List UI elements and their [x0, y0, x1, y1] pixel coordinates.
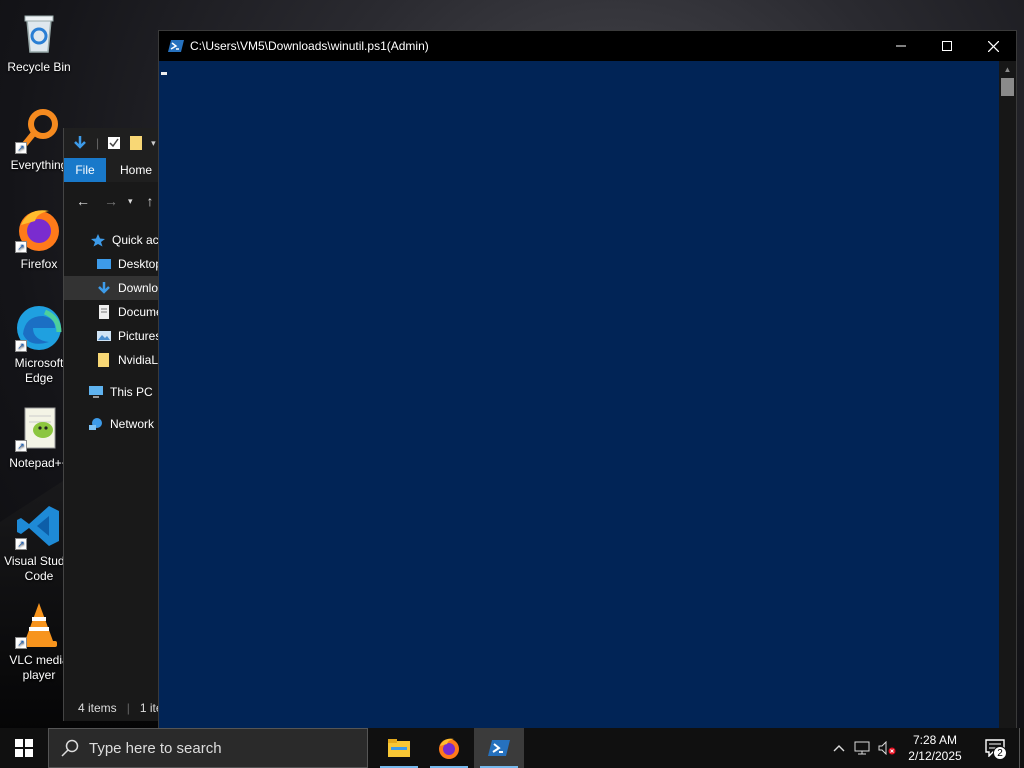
search-icon: [61, 739, 79, 757]
tab-home[interactable]: Home: [106, 158, 152, 182]
new-folder-icon[interactable]: [129, 135, 143, 151]
back-arrow-icon[interactable]: ←: [76, 193, 90, 209]
nav-item-nvidialogs[interactable]: NvidiaLogs: [64, 348, 173, 372]
up-arrow-icon[interactable]: ↑: [147, 193, 154, 209]
item-count: 4 items: [78, 701, 117, 715]
ribbon-tabs: File Home: [64, 158, 173, 182]
firefox-icon: [439, 738, 459, 759]
powershell-icon: [488, 740, 510, 756]
taskbar-app-powershell[interactable]: [474, 728, 524, 768]
nav-item-documents[interactable]: Documents: [64, 300, 173, 324]
shortcut-arrow-icon: ↗: [15, 241, 27, 253]
powershell-icon: [168, 40, 184, 52]
nav-item-pictures[interactable]: Pictures: [64, 324, 173, 348]
clock-time: 7:28 AM: [912, 733, 958, 747]
network-icon: [89, 418, 102, 430]
console-area[interactable]: [159, 61, 1000, 728]
status-bar: 4 items | 1 item selected: [64, 695, 173, 721]
minimize-icon: [896, 45, 906, 47]
downloads-folder-icon: [98, 282, 110, 294]
desktop-folder-icon: [97, 259, 111, 269]
clock[interactable]: 7:28 AM 2/12/2025: [899, 732, 971, 764]
shortcut-arrow-icon: ↗: [15, 538, 27, 550]
scroll-up-arrow-icon[interactable]: ▲: [999, 61, 1016, 78]
minimize-button[interactable]: [878, 31, 924, 61]
nav-item-label: Pictures: [118, 329, 162, 343]
show-hidden-icons-chevron-icon[interactable]: [827, 728, 851, 768]
properties-icon[interactable]: [107, 136, 121, 150]
star-icon: [91, 234, 105, 247]
nav-item-network[interactable]: Network: [64, 412, 173, 436]
title-bar[interactable]: C:\Users\VM5\Downloads\winutil.ps1(Admin…: [159, 31, 1016, 61]
nav-item-label: This PC: [110, 385, 153, 399]
system-tray: 7:28 AM 2/12/2025 2: [827, 728, 1024, 768]
taskbar-app-file-explorer[interactable]: [374, 728, 424, 768]
start-button[interactable]: [0, 728, 48, 768]
pictures-folder-icon: [97, 331, 111, 341]
notification-badge: 2: [993, 746, 1007, 760]
tab-file[interactable]: File: [64, 158, 106, 182]
computer-icon: [89, 386, 103, 398]
shortcut-arrow-icon: ↗: [15, 340, 27, 352]
close-icon: [987, 40, 999, 52]
taskbar: Type here to search 7:28 AM 2/12/2025 2: [0, 728, 1024, 768]
recent-locations-chevron-icon[interactable]: ▾: [128, 196, 133, 207]
action-center-button[interactable]: 2: [971, 728, 1019, 768]
shortcut-arrow-icon: ↗: [15, 142, 27, 154]
text-cursor: [161, 72, 167, 75]
shortcut-arrow-icon: ↗: [15, 637, 27, 649]
windows-logo-icon: [15, 739, 33, 757]
scrollbar-thumb[interactable]: [1001, 78, 1014, 96]
taskbar-app-firefox[interactable]: [424, 728, 474, 768]
window-title: C:\Users\VM5\Downloads\winutil.ps1(Admin…: [190, 39, 429, 53]
status-divider: |: [126, 701, 130, 715]
folder-icon: [98, 353, 109, 367]
notepadpp-icon: ↗: [15, 404, 63, 452]
close-button[interactable]: [970, 31, 1016, 61]
shortcut-arrow-icon: ↗: [15, 440, 27, 452]
navigation-pane: Quick access Desktop Downloads Documents…: [64, 220, 173, 436]
nav-item-desktop[interactable]: Desktop: [64, 252, 173, 276]
maximize-button[interactable]: [924, 31, 970, 61]
forward-arrow-icon[interactable]: →: [104, 193, 118, 209]
edge-icon: ↗: [15, 304, 63, 352]
firefox-icon: ↗: [15, 205, 63, 253]
nav-item-quick-access[interactable]: Quick access: [64, 228, 173, 252]
powershell-window[interactable]: C:\Users\VM5\Downloads\winutil.ps1(Admin…: [158, 30, 1017, 728]
nav-item-this-pc[interactable]: This PC: [64, 380, 173, 404]
desktop-icon-label: Recycle Bin: [7, 60, 71, 74]
network-status-icon[interactable]: [851, 728, 875, 768]
volume-muted-icon[interactable]: [875, 728, 899, 768]
search-box[interactable]: Type here to search: [48, 728, 368, 768]
documents-folder-icon: [99, 305, 109, 319]
everything-icon: ↗: [15, 106, 63, 154]
nav-item-label: Desktop: [118, 257, 163, 271]
maximize-icon: [942, 41, 952, 51]
vlc-icon: ↗: [15, 601, 63, 649]
toolbar-divider: |: [96, 136, 100, 150]
nav-item-downloads[interactable]: Downloads: [64, 276, 173, 300]
navigation-bar: ← → ▾ ↑: [64, 182, 173, 220]
file-explorer-icon: [388, 739, 410, 757]
vscode-icon: ↗: [15, 502, 63, 550]
desktop-icon-recycle-bin[interactable]: Recycle Bin: [4, 8, 74, 75]
download-arrow-icon[interactable]: [72, 135, 88, 151]
file-explorer-window[interactable]: | ▾ File Home ← → ▾ ↑ Quick access Deskt…: [63, 128, 173, 721]
nav-item-label: Network: [110, 417, 155, 431]
clock-date: 2/12/2025: [908, 749, 962, 763]
vertical-scrollbar[interactable]: ▲: [999, 61, 1016, 728]
recycle-bin-icon: [15, 8, 63, 56]
quick-access-toolbar: | ▾: [64, 128, 173, 158]
search-placeholder: Type here to search: [89, 739, 222, 757]
customize-toolbar-icon[interactable]: ▾: [151, 138, 156, 149]
show-desktop-button[interactable]: [1019, 728, 1024, 768]
